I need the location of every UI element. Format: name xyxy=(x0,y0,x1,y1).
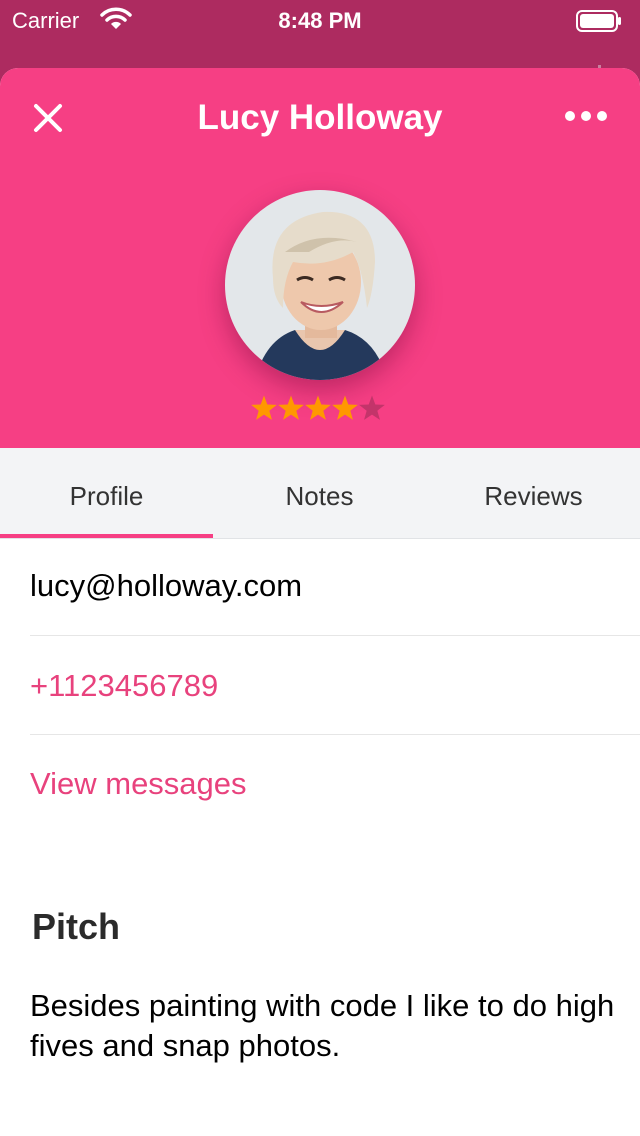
battery-icon xyxy=(576,10,622,32)
status-bar: Carrier 8:48 PM xyxy=(0,0,640,40)
star-filled-icon xyxy=(332,395,358,420)
email-row[interactable]: lucy@holloway.com xyxy=(30,568,302,604)
divider xyxy=(30,734,640,735)
profile-header: Lucy Holloway xyxy=(0,68,640,448)
active-tab-indicator xyxy=(0,534,213,538)
profile-sheet: Lucy Holloway Profile Notes Reviews lucy… xyxy=(0,68,640,1136)
view-messages-link[interactable]: View messages xyxy=(30,766,247,802)
more-options-button[interactable] xyxy=(560,100,612,132)
clock-time: 8:48 PM xyxy=(278,8,362,33)
divider xyxy=(30,635,640,636)
close-button[interactable] xyxy=(26,96,70,140)
avatar xyxy=(225,190,415,380)
star-filled-icon xyxy=(251,395,277,420)
star-filled-icon xyxy=(305,395,331,420)
tab-profile[interactable]: Profile xyxy=(0,448,213,538)
close-icon xyxy=(34,104,62,132)
profile-tabs: Profile Notes Reviews xyxy=(0,448,640,539)
page-title: Lucy Holloway xyxy=(197,98,443,137)
star-rating xyxy=(251,395,385,420)
pitch-heading: Pitch xyxy=(32,906,121,947)
star-filled-icon xyxy=(278,395,304,420)
tab-notes[interactable]: Notes xyxy=(213,448,426,538)
star-empty-icon xyxy=(359,395,385,420)
background-plus-icon xyxy=(572,60,612,73)
more-icon xyxy=(565,111,607,121)
phone-link[interactable]: +1123456789 xyxy=(30,668,218,704)
tab-reviews[interactable]: Reviews xyxy=(427,448,640,538)
pitch-text: Besides painting with code I like to do … xyxy=(30,988,615,1063)
